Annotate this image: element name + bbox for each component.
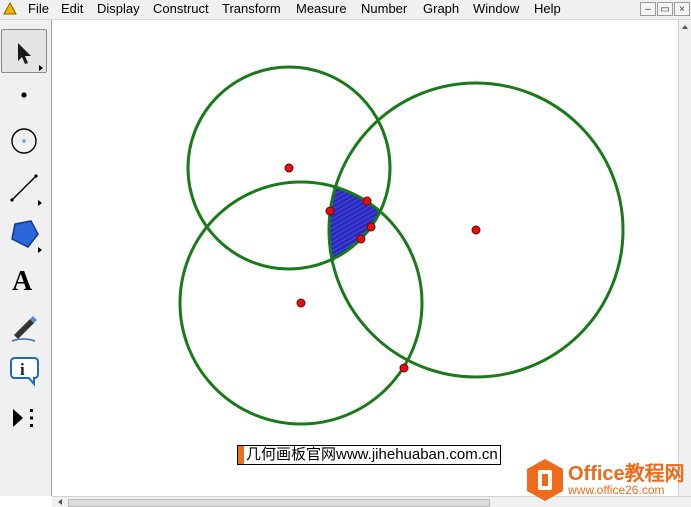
center-point-b[interactable]: [471, 225, 481, 235]
menu-graph[interactable]: Graph: [423, 2, 459, 16]
svg-text:A: A: [12, 266, 33, 297]
text-tool-icon: A: [12, 266, 33, 297]
marker-tool-icon: [11, 316, 37, 342]
arrow-tool-icon: [18, 43, 43, 71]
close-button[interactable]: ×: [674, 2, 690, 16]
horizontal-scroll-thumb[interactable]: [68, 499, 490, 507]
point-on-region-3[interactable]: [366, 222, 376, 232]
svg-text:i: i: [20, 360, 25, 379]
center-point-a[interactable]: [284, 163, 294, 173]
polygon-tool[interactable]: [1, 212, 47, 256]
menu-bar: File Edit Display Construct Transform Me…: [0, 0, 691, 20]
scroll-up-icon[interactable]: [679, 20, 691, 34]
minimize-button[interactable]: –: [640, 2, 656, 16]
watermark-title: Office教程网: [568, 463, 685, 485]
menu-measure[interactable]: Measure: [296, 2, 347, 16]
point-on-region-4[interactable]: [356, 234, 366, 244]
point-tool-icon: [21, 92, 27, 98]
marker-tool[interactable]: [1, 304, 47, 348]
polygon-tool-icon: [11, 220, 42, 253]
restore-button[interactable]: ▭: [657, 2, 673, 16]
compass-tool[interactable]: [1, 119, 47, 163]
text-tool[interactable]: A: [1, 258, 47, 302]
menu-display[interactable]: Display: [97, 2, 140, 16]
point-tool[interactable]: [1, 73, 47, 117]
geometry-figure: [178, 65, 625, 426]
sketch-canvas[interactable]: [52, 20, 678, 496]
menu-file[interactable]: File: [28, 2, 49, 16]
vertical-scrollbar[interactable]: [678, 20, 691, 496]
watermark: Office教程网 www.office26.com: [525, 455, 691, 505]
menu-help[interactable]: Help: [534, 2, 561, 16]
watermark-url: www.office26.com: [568, 483, 665, 497]
straightedge-tool-icon: [10, 174, 42, 206]
caption-marker: [238, 446, 244, 464]
caption-label: 几何画板官网www.jihehuaban.com.cn: [237, 445, 501, 465]
menu-transform[interactable]: Transform: [222, 2, 281, 16]
menu-number[interactable]: Number: [361, 2, 407, 16]
app-icon[interactable]: [3, 2, 17, 16]
point-on-region-2[interactable]: [362, 196, 372, 206]
caption-text: 几何画板官网www.jihehuaban.com.cn: [246, 446, 498, 463]
point-on-region-1[interactable]: [325, 206, 335, 216]
custom-tool[interactable]: [1, 396, 47, 440]
menu-window[interactable]: Window: [473, 2, 519, 16]
menu-edit[interactable]: Edit: [61, 2, 83, 16]
straightedge-tool[interactable]: [1, 165, 47, 209]
custom-tool-icon: [13, 409, 33, 427]
office-logo-icon: [527, 459, 563, 501]
information-tool-icon: i: [10, 357, 39, 387]
center-point-c[interactable]: [296, 298, 306, 308]
arrow-tool[interactable]: [1, 29, 47, 73]
intersection-point[interactable]: [399, 363, 409, 373]
toolbox: A i: [0, 20, 52, 496]
information-tool[interactable]: i: [1, 350, 47, 394]
compass-tool-icon: [11, 128, 37, 154]
menu-construct[interactable]: Construct: [153, 2, 209, 16]
scroll-left-icon[interactable]: [54, 497, 68, 507]
